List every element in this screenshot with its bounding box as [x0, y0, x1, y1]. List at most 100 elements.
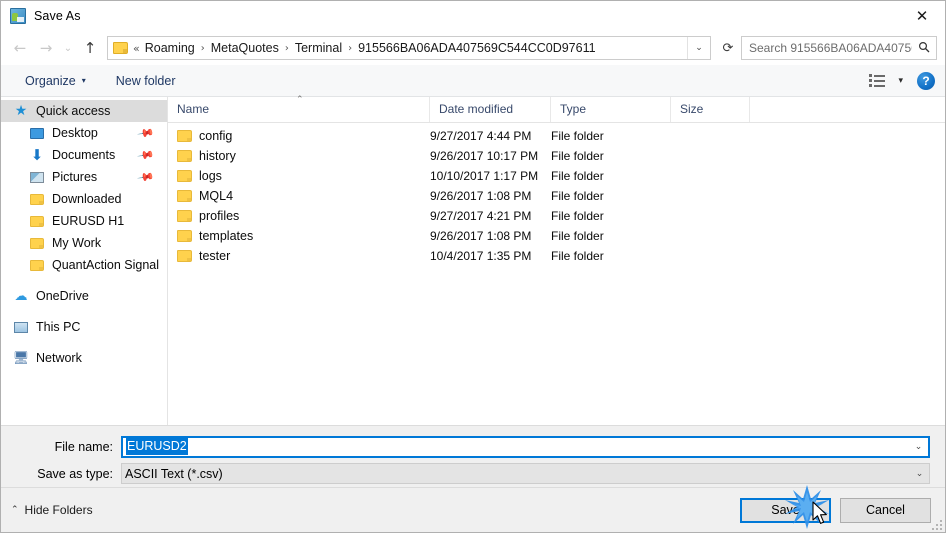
sidebar-item-label: EURUSD H1: [52, 214, 125, 228]
chevron-right-icon: ›: [284, 42, 289, 54]
table-row[interactable]: templates 9/26/2017 1:08 PM File folder: [168, 226, 945, 246]
chevron-down-icon: ▾: [898, 75, 903, 86]
sidebar-item-my-work[interactable]: My Work: [1, 232, 167, 254]
table-row[interactable]: tester 10/4/2017 1:35 PM File folder: [168, 246, 945, 266]
folder-icon: [177, 210, 192, 222]
file-type: File folder: [551, 169, 604, 183]
column-header-type[interactable]: Type: [551, 97, 671, 122]
refresh-button[interactable]: ⟳: [715, 35, 741, 61]
resize-grip[interactable]: [929, 517, 942, 530]
sidebar-item-label: My Work: [52, 236, 102, 250]
file-name: config: [199, 129, 233, 143]
forward-button[interactable]: →: [33, 35, 59, 61]
file-date: 9/26/2017 10:17 PM: [430, 149, 539, 163]
search-input[interactable]: Search 915566BA06ADA40756...: [742, 41, 912, 55]
cancel-button[interactable]: Cancel: [840, 497, 931, 523]
sidebar-item-onedrive[interactable]: ☁ OneDrive: [1, 285, 167, 307]
title-bar: Save As ✕: [1, 1, 945, 31]
computer-icon: [11, 321, 31, 333]
close-icon[interactable]: ✕: [899, 1, 945, 30]
folder-icon: [27, 215, 47, 227]
table-row[interactable]: MQL4 9/26/2017 1:08 PM File folder: [168, 186, 945, 206]
folder-icon: [177, 250, 192, 262]
breadcrumb-item-terminal[interactable]: Terminal: [294, 41, 343, 55]
file-name-cell: profiles: [168, 209, 430, 223]
organize-button[interactable]: Organize ▾: [17, 71, 94, 91]
help-button[interactable]: ?: [917, 71, 935, 90]
file-name-combo[interactable]: EURUSD2 ⌄: [121, 435, 930, 458]
file-date: 9/27/2017 4:21 PM: [430, 209, 532, 223]
recent-locations-button[interactable]: ⌄: [59, 35, 77, 61]
chevron-right-icon: ›: [200, 42, 205, 54]
sidebar-item-network[interactable]: 🖥 Network: [1, 347, 167, 369]
folder-icon: [177, 190, 192, 202]
sidebar-item-label: QuantAction Signal: [52, 258, 160, 272]
sidebar-item-eurusd-h1[interactable]: EURUSD H1: [1, 210, 167, 232]
folder-icon: [177, 170, 192, 182]
search-icon: [912, 41, 936, 56]
search-box[interactable]: Search 915566BA06ADA40756...: [741, 36, 937, 60]
file-name-row: File name: EURUSD2 ⌄: [1, 435, 945, 458]
table-row[interactable]: config 9/27/2017 4:44 PM File folder: [168, 126, 945, 146]
folder-icon: [177, 230, 192, 242]
sidebar-item-label: OneDrive: [36, 289, 89, 303]
sidebar-item-label: Pictures: [52, 170, 98, 184]
sidebar-item-this-pc[interactable]: This PC: [1, 316, 167, 338]
save-as-type-combo[interactable]: ASCII Text (*.csv) ⌄: [121, 463, 930, 484]
save-button[interactable]: Save: [740, 497, 831, 523]
dialog-body: ★ Quick access Desktop 📌 ⬇ Documents 📌 P…: [1, 95, 945, 425]
breadcrumb-item-instance[interactable]: 915566BA06ADA407569C544CC0D97611: [357, 41, 596, 55]
file-name-cell: logs: [168, 169, 430, 183]
column-header-size[interactable]: Size: [671, 97, 750, 122]
pin-icon: 📌: [136, 167, 156, 187]
view-options-button[interactable]: ▾: [869, 73, 903, 89]
sidebar-item-label: Desktop: [52, 126, 98, 140]
file-type: File folder: [551, 209, 604, 223]
action-buttons: Save Cancel: [740, 497, 931, 523]
address-bar[interactable]: « Roaming › MetaQuotes › Terminal › 9155…: [107, 36, 711, 60]
desktop-icon: [27, 127, 47, 139]
breadcrumb-leading-separator: «: [133, 41, 140, 55]
sidebar-item-label: Network: [36, 351, 82, 365]
sidebar-item-desktop[interactable]: Desktop 📌: [1, 122, 167, 144]
sidebar-item-downloaded[interactable]: Downloaded: [1, 188, 167, 210]
breadcrumb-item-roaming[interactable]: Roaming: [144, 41, 196, 55]
table-row[interactable]: profiles 9/27/2017 4:21 PM File folder: [168, 206, 945, 226]
sidebar-item-quantaction-signal[interactable]: QuantAction Signal: [1, 254, 167, 276]
address-dropdown-icon[interactable]: ⌄: [687, 37, 710, 59]
sidebar-item-pictures[interactable]: Pictures 📌: [1, 166, 167, 188]
table-row[interactable]: history 9/26/2017 10:17 PM File folder: [168, 146, 945, 166]
file-type: File folder: [551, 189, 604, 203]
folder-icon: [27, 193, 47, 205]
breadcrumb-item-metaquotes[interactable]: MetaQuotes: [210, 41, 280, 55]
file-name: profiles: [199, 209, 240, 223]
navigation-bar: ← → ⌄ ↑ « Roaming › MetaQuotes › Termina…: [1, 31, 945, 65]
file-name-cell: history: [168, 149, 430, 163]
save-as-type-row: Save as type: ASCII Text (*.csv) ⌄: [1, 462, 945, 485]
organize-label: Organize: [25, 73, 76, 88]
chevron-up-icon: ⌃: [11, 505, 19, 515]
column-headers: Name Date modified Type Size ⌃: [168, 95, 945, 123]
file-name-cell: config: [168, 129, 430, 143]
file-name-input[interactable]: EURUSD2: [126, 438, 188, 455]
chevron-down-icon[interactable]: ⌄: [909, 442, 928, 452]
sidebar-item-documents[interactable]: ⬇ Documents 📌: [1, 144, 167, 166]
file-name: tester: [199, 249, 231, 263]
table-row[interactable]: logs 10/10/2017 1:17 PM File folder: [168, 166, 945, 186]
chevron-right-icon: ›: [348, 42, 353, 54]
file-list: config 9/27/2017 4:44 PM File folder his…: [168, 123, 945, 425]
hide-folders-button[interactable]: ⌃ Hide Folders: [11, 503, 93, 517]
save-as-type-label: Save as type:: [37, 466, 113, 481]
dialog-button-bar: ⌃ Hide Folders Save Cancel: [1, 487, 945, 532]
sidebar-item-quick-access[interactable]: ★ Quick access: [1, 100, 167, 122]
column-header-date-modified[interactable]: Date modified: [430, 97, 551, 122]
back-button[interactable]: ←: [7, 35, 33, 61]
new-folder-button[interactable]: New folder: [108, 71, 184, 91]
chevron-down-icon[interactable]: ⌄: [910, 469, 929, 479]
folder-icon: [113, 42, 128, 54]
up-button[interactable]: ↑: [77, 35, 103, 61]
file-name: logs: [199, 169, 222, 183]
view-layout-icon: [869, 73, 891, 89]
navigation-sidebar: ★ Quick access Desktop 📌 ⬇ Documents 📌 P…: [1, 97, 168, 425]
sidebar-item-label: This PC: [36, 320, 81, 334]
